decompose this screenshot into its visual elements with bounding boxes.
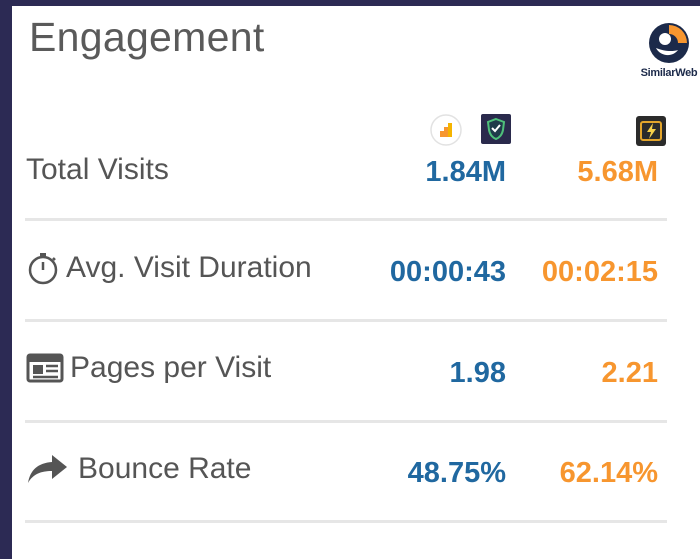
divider <box>25 420 667 423</box>
metric-label: Avg. Visit Duration <box>66 251 312 284</box>
site1-value: 1.84M <box>425 156 506 188</box>
metric-row-total-visits: Total Visits <box>26 153 169 187</box>
engagement-card: Engagement SimilarWeb Total Visits 1.84M… <box>12 6 700 559</box>
similarweb-logo-icon <box>649 23 689 63</box>
divider <box>25 319 667 322</box>
site2-value: 62.14% <box>559 457 658 489</box>
pages-icon <box>26 353 64 383</box>
lightning-card-icon <box>636 116 666 151</box>
logo-text: SimilarWeb <box>640 67 698 79</box>
site1-value: 00:00:43 <box>389 256 506 288</box>
share-arrow-icon <box>26 453 68 485</box>
metric-row-avg-visit-duration: Avg. Visit Duration <box>26 251 312 285</box>
stopwatch-icon <box>26 251 60 285</box>
site2-value: 2.21 <box>601 357 658 389</box>
divider <box>25 218 667 221</box>
metric-label: Pages per Visit <box>70 351 272 384</box>
card-title: Engagement <box>29 14 265 60</box>
analytics-icon <box>430 114 462 151</box>
metric-row-pages-per-visit: Pages per Visit <box>26 351 271 385</box>
site2-value: 00:02:15 <box>541 256 658 288</box>
site1-value: 1.98 <box>449 357 506 389</box>
metric-row-bounce-rate: Bounce Rate <box>26 452 251 486</box>
shield-icon <box>481 114 511 149</box>
divider <box>25 520 667 523</box>
similarweb-logo: SimilarWeb <box>638 22 700 82</box>
site1-value: 48.75% <box>407 457 506 489</box>
metric-label: Total Visits <box>26 153 169 186</box>
metric-label: Bounce Rate <box>78 452 252 485</box>
site2-value: 5.68M <box>577 156 658 188</box>
